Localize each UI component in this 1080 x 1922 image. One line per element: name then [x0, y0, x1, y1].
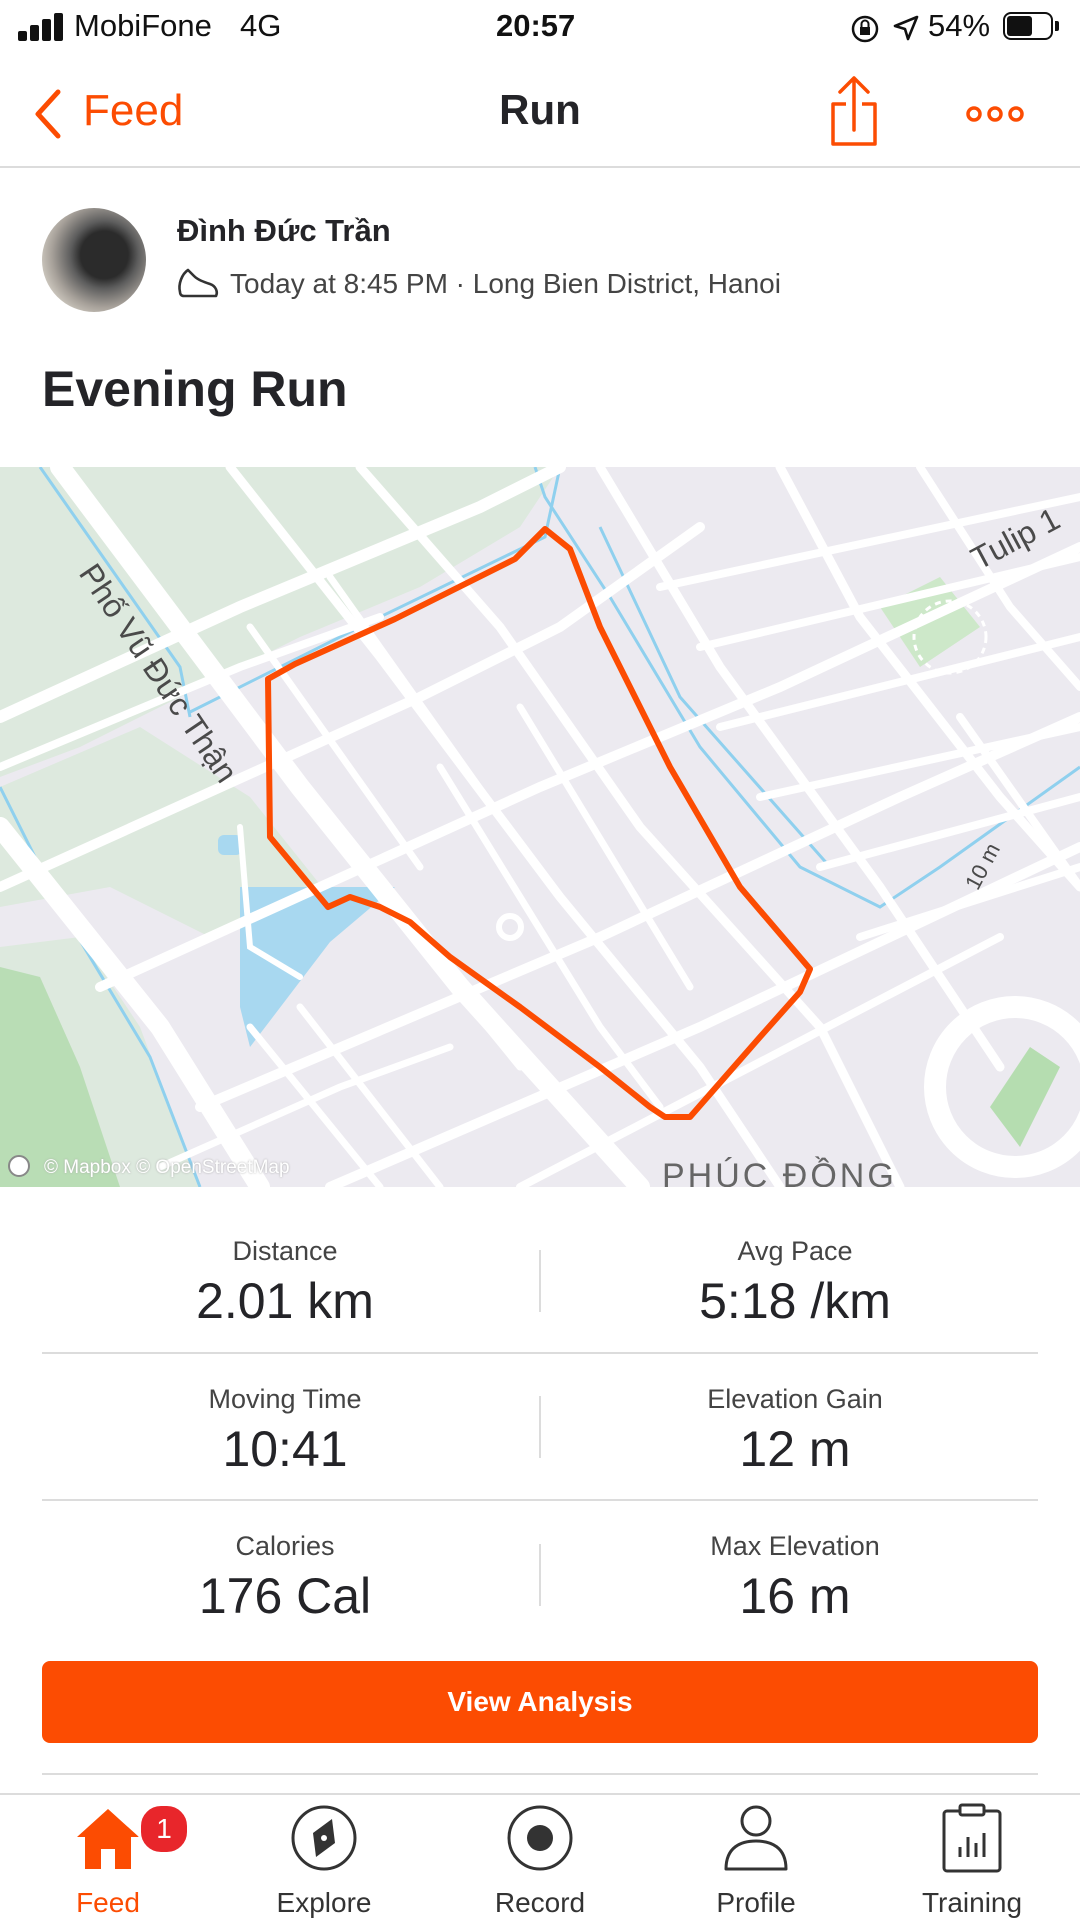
home-icon: [77, 1809, 139, 1869]
share-icon: [831, 76, 877, 146]
cul-de-sac: [496, 913, 524, 941]
tab-label: Training: [921, 1887, 1023, 1918]
stat-value: 5:18 /km: [699, 1273, 891, 1329]
clock: 20:57: [496, 8, 576, 43]
status-bar: MobiFone 4G 20:57 54%: [0, 0, 1080, 60]
view-analysis-button[interactable]: View Analysis: [42, 1661, 1038, 1743]
orientation-lock-icon: [851, 15, 879, 43]
tab-label: Explore: [276, 1887, 372, 1918]
battery-icon: [1003, 12, 1061, 42]
stat-label: Calories: [235, 1531, 335, 1561]
route-map[interactable]: Phố Vũ Đức Thận Tulip 1 10 m PHÚC ĐỒNG ©…: [0, 467, 1080, 1187]
carrier: MobiFone: [74, 8, 212, 43]
row-divider: [42, 1352, 1038, 1354]
tab-training[interactable]: Training: [864, 1795, 1080, 1922]
stat-divider: [539, 1544, 541, 1606]
activity-meta: Today at 8:45 PM · Long Bien District, H…: [230, 268, 781, 299]
tab-explore[interactable]: Explore: [216, 1795, 432, 1922]
row-divider: [42, 1499, 1038, 1501]
training-icon: [942, 1803, 1002, 1873]
stat-value: 176 Cal: [198, 1568, 372, 1624]
battery-percent: 54%: [928, 8, 991, 43]
notification-badge: 1: [138, 1803, 190, 1855]
map-attribution[interactable]: © Mapbox © OpenStreetMap: [44, 1157, 290, 1179]
stat-value: 16 m: [739, 1568, 851, 1624]
mapbox-logo-icon[interactable]: [8, 1155, 30, 1177]
stat-divider: [539, 1250, 541, 1312]
athlete-name[interactable]: Đình Đức Trần: [177, 213, 391, 249]
share-button[interactable]: [824, 72, 884, 156]
tab-label: Feed: [76, 1887, 140, 1918]
tab-profile[interactable]: Profile: [648, 1795, 864, 1922]
avatar[interactable]: [42, 208, 146, 312]
nav-bar: Feed Run: [0, 62, 1080, 168]
more-button[interactable]: [960, 92, 1030, 136]
more-icon: [966, 106, 1024, 122]
activity-title: Evening Run: [42, 361, 348, 417]
tab-bar: 1 Feed Explore Record Profile Training: [0, 1793, 1080, 1922]
profile-icon: [724, 1805, 788, 1871]
network-type: 4G: [240, 8, 282, 43]
stat-value: 10:41: [222, 1421, 348, 1477]
stat-label: Max Elevation: [710, 1531, 880, 1561]
compass-icon: [291, 1805, 357, 1871]
tab-record[interactable]: Record: [432, 1795, 648, 1922]
tab-label: Profile: [716, 1887, 796, 1918]
location-icon: [893, 15, 919, 41]
map-canvas: [0, 467, 1080, 1187]
stat-label: Moving Time: [208, 1384, 362, 1414]
stat-label: Distance: [232, 1236, 338, 1266]
stat-label: Elevation Gain: [707, 1384, 883, 1414]
signal-icon: [18, 13, 64, 41]
tab-label: Record: [494, 1887, 586, 1918]
page-title: Run: [499, 86, 581, 133]
district-label: PHÚC ĐỒNG: [662, 1157, 897, 1187]
section-divider: [42, 1773, 1038, 1775]
stat-value: 12 m: [739, 1421, 851, 1477]
stat-divider: [539, 1396, 541, 1458]
shoe-icon: [178, 268, 219, 298]
tab-feed[interactable]: 1 Feed: [0, 1795, 216, 1922]
stat-label: Avg Pace: [737, 1236, 853, 1266]
stat-value: 2.01 km: [196, 1273, 374, 1329]
record-icon: [507, 1805, 573, 1871]
